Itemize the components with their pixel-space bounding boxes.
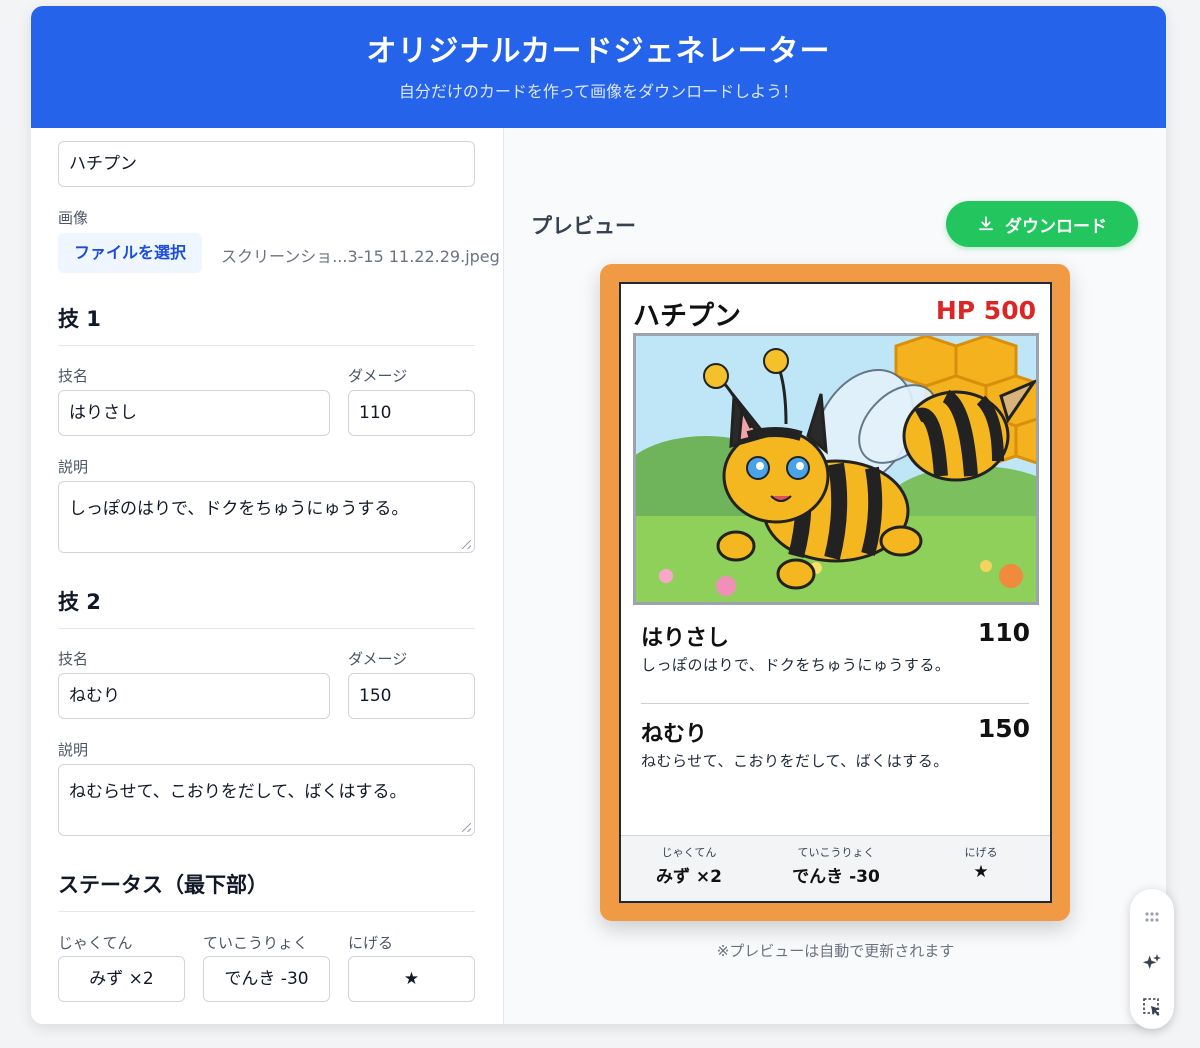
attack1-desc-text: しっぽのはりで、ドクをちゅうにゅうする。 (69, 499, 409, 519)
card-face: ハチプン HP 500 はりさし 110 しっぽのはりで、ドクをちゅうにゅうする… (619, 282, 1052, 903)
download-icon (979, 216, 993, 231)
retreat-label: にげる (348, 934, 394, 952)
card-resistance-label: ていこうりょく (797, 846, 875, 859)
card-resistance-value: でんき -30 (792, 867, 880, 887)
card-name-input[interactable]: ハチプン (58, 141, 475, 187)
attack2-section-title: 技 2 (58, 586, 475, 629)
resistance-input[interactable]: でんき -30 (203, 956, 330, 1002)
status-section-title: ステータス（最下部） (58, 869, 475, 912)
image-label: 画像 (58, 209, 89, 227)
attack1-desc-textarea[interactable]: しっぽのはりで、ドクをちゅうにゅうする。 (58, 481, 475, 553)
page-subtitle: 自分だけのカードを作って画像をダウンロードしよう！ (398, 82, 799, 101)
card-attack1-damage: 110 (977, 618, 1030, 647)
attack1-desc-label: 説明 (58, 458, 89, 476)
app-header: オリジナルカードジェネレーター 自分だけのカードを作って画像をダウンロードしよう… (31, 6, 1166, 128)
attack1-damage-label: ダメージ (348, 367, 408, 385)
card-retreat-label: にげる (964, 846, 998, 859)
card-weakness-label: じゃくてん (661, 846, 717, 859)
attack2-name-input[interactable]: ねむり (58, 673, 330, 719)
choose-file-button[interactable]: ファイルを選択 (58, 233, 202, 273)
card-retreat: にげる ★ (956, 844, 1006, 882)
attack2-damage-input[interactable]: 150 (348, 673, 475, 719)
card-attack1-desc: しっぽのはりで、ドクをちゅうにゅうする。 (641, 656, 951, 674)
attack2-desc-textarea[interactable]: ねむらせて、こおりをだして、ばくはする。 (58, 764, 475, 836)
attack2-desc-label: 説明 (58, 741, 89, 759)
download-button[interactable]: ダウンロード (946, 201, 1138, 247)
resistance-label: ていこうりょく (203, 934, 309, 952)
drag-handle-icon[interactable] (1142, 907, 1162, 927)
preview-note: ※プレビューは自動で更新されます (716, 942, 955, 960)
attack1-name-label: 技名 (58, 367, 89, 385)
attack1-section-title: 技 1 (58, 303, 475, 346)
floating-toolbar (1130, 889, 1174, 1029)
resize-grip-icon[interactable] (462, 823, 471, 832)
bee-cat-illustration (636, 336, 1036, 602)
card-illustration (633, 333, 1039, 605)
sparkle-icon[interactable] (1142, 953, 1162, 973)
card-retreat-value: ★ (973, 862, 989, 882)
attack2-damage-label: ダメージ (348, 650, 408, 668)
resize-grip-icon[interactable] (462, 540, 471, 549)
retreat-input[interactable]: ★ (348, 956, 475, 1002)
attack2-name-label: 技名 (58, 650, 89, 668)
editor-panel: ハチプン 画像 ファイルを選択 スクリーンショ...3-15 11.22.29.… (31, 128, 503, 1024)
card-attack2-desc: ねむらせて、こおりをだして、ばくはする。 (641, 752, 949, 770)
card-name: ハチプン (633, 301, 741, 332)
card-weakness: じゃくてん みず ×2 (649, 844, 729, 887)
card-attack1-name: はりさし (641, 626, 730, 651)
weakness-label: じゃくてん (58, 934, 133, 952)
card-weakness-value: みず ×2 (656, 867, 722, 887)
card-status-bar: じゃくてん みず ×2 ていこうりょく でんき -30 にげる ★ (621, 835, 1050, 901)
card-attack-divider (641, 703, 1029, 704)
card-resistance: ていこうりょく でんき -30 (786, 844, 886, 887)
card-attack2-name: ねむり (641, 722, 708, 747)
preview-title: プレビュー (531, 214, 636, 238)
card-hp: HP 500 (935, 296, 1036, 325)
card-preview: ハチプン HP 500 はりさし 110 しっぽのはりで、ドクをちゅうにゅうする… (600, 264, 1070, 921)
download-button-label: ダウンロード (1005, 216, 1107, 237)
weakness-input[interactable]: みず ×2 (58, 956, 185, 1002)
app-window: オリジナルカードジェネレーター 自分だけのカードを作って画像をダウンロードしよう… (31, 6, 1166, 1024)
select-region-icon[interactable] (1142, 997, 1162, 1017)
attack1-damage-input[interactable]: 110 (348, 390, 475, 436)
selected-file-name: スクリーンショ...3-15 11.22.29.jpeg (221, 247, 500, 266)
attack2-desc-text: ねむらせて、こおりをだして、ばくはする。 (69, 782, 407, 802)
preview-panel: プレビュー ダウンロード ハチプン HP 500 はりさし 110 しっぽのはり… (503, 128, 1166, 1024)
card-attack2-damage: 150 (977, 714, 1030, 743)
page-title: オリジナルカードジェネレーター (366, 34, 831, 69)
attack1-name-input[interactable]: はりさし (58, 390, 330, 436)
